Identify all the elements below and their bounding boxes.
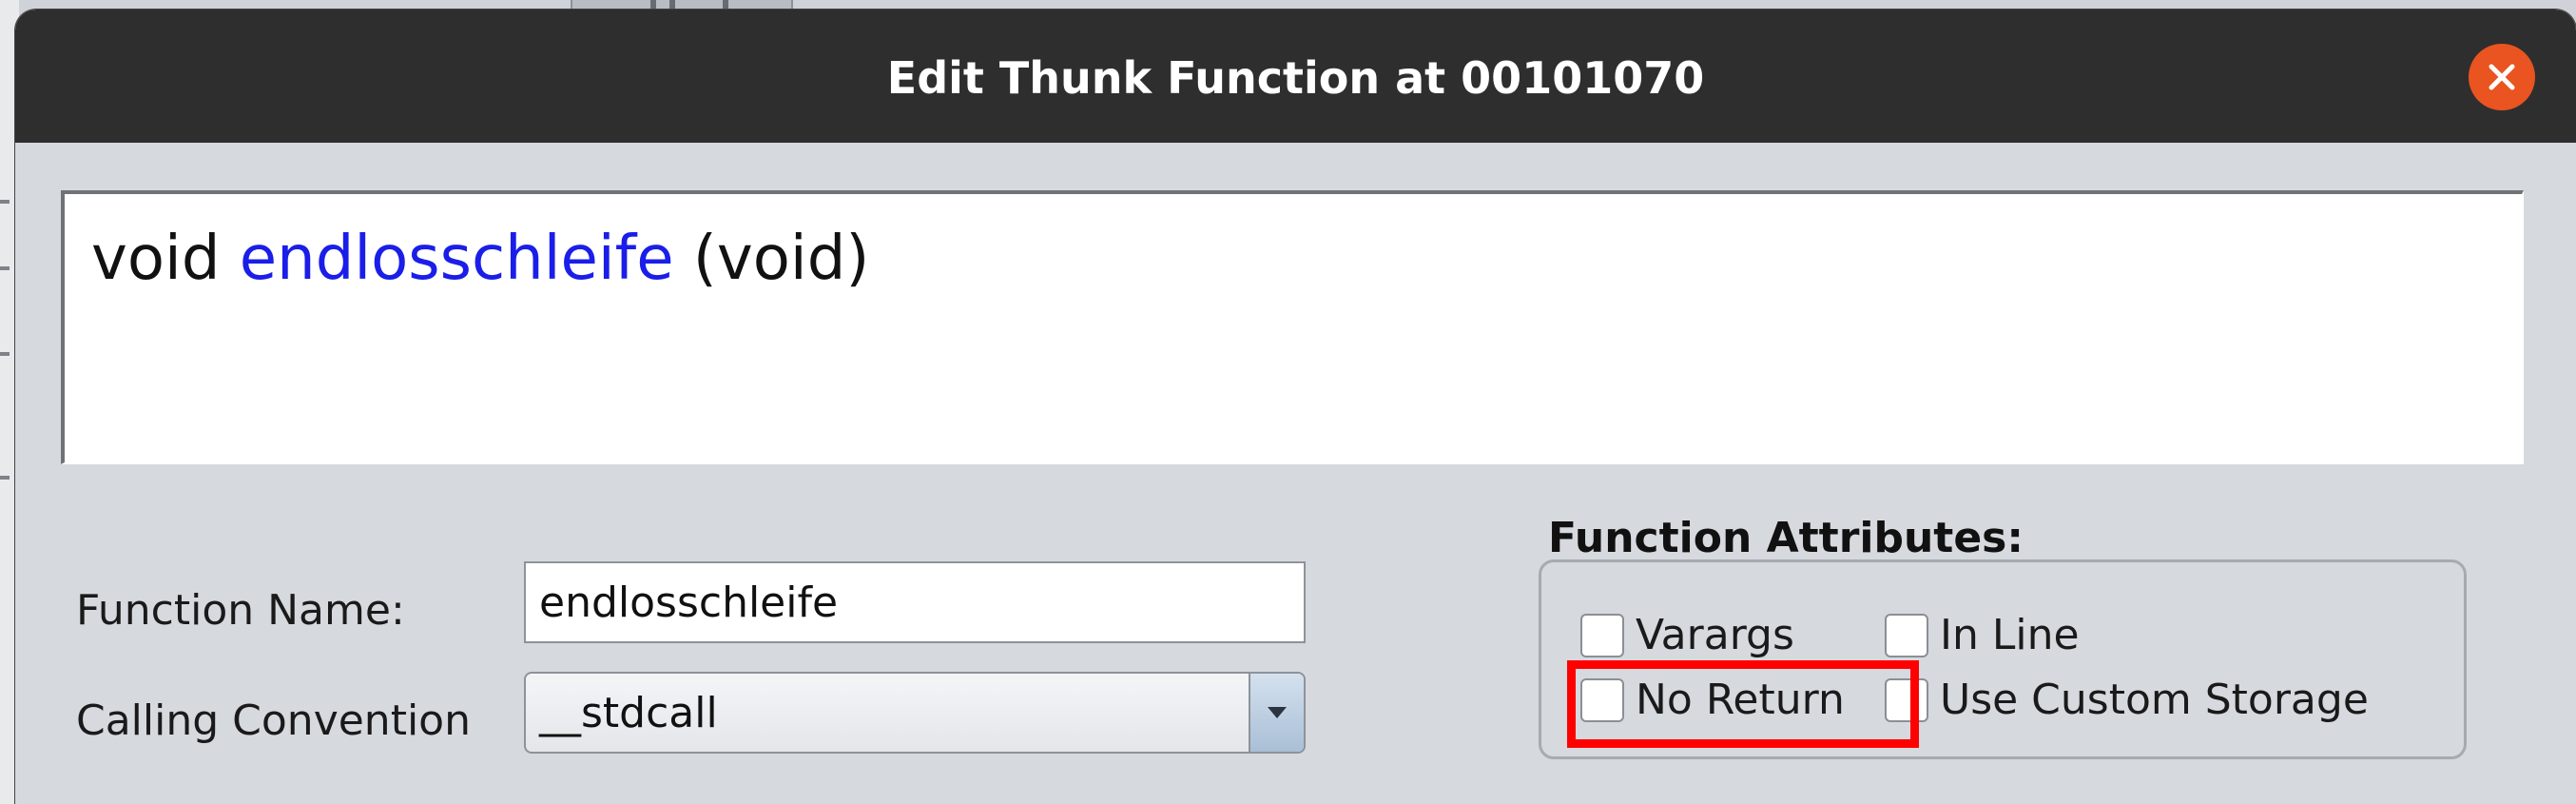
dropdown-button[interactable] (1249, 674, 1304, 752)
checkbox-box[interactable] (1580, 614, 1624, 657)
close-button[interactable] (2469, 44, 2535, 110)
function-name-input[interactable] (524, 561, 1306, 643)
checkbox-box[interactable] (1580, 678, 1624, 722)
checkbox-box[interactable] (1885, 678, 1928, 722)
varargs-checkbox[interactable]: Varargs (1580, 611, 1794, 660)
no-return-label: No Return (1636, 676, 1845, 724)
background-mark (0, 200, 10, 204)
function-attributes-title: Function Attributes: (1548, 514, 2024, 562)
calling-convention-label: Calling Convention (76, 696, 471, 745)
calling-convention-value: __stdcall (539, 689, 718, 737)
function-name-label: Function Name: (76, 586, 405, 635)
signature-function-name: endlosschleife (239, 224, 674, 294)
checkbox-box[interactable] (1885, 614, 1928, 657)
signature-params: (void) (692, 224, 870, 294)
title-bar[interactable]: Edit Thunk Function at 00101070 (15, 10, 2576, 143)
in-line-checkbox[interactable]: In Line (1885, 611, 2080, 660)
signature-editor[interactable]: void endlosschleife (void) (61, 190, 2524, 464)
varargs-label: Varargs (1636, 611, 1794, 659)
no-return-checkbox[interactable]: No Return (1580, 676, 1845, 725)
background-mark (0, 476, 10, 480)
signature-return-type: void (91, 224, 221, 294)
close-icon (2489, 64, 2515, 90)
edit-thunk-function-dialog: Edit Thunk Function at 00101070 void end… (15, 10, 2576, 804)
signature-text: void endlosschleife (void) (91, 223, 869, 295)
background-mark (0, 266, 10, 270)
dialog-title: Edit Thunk Function at 00101070 (886, 52, 1705, 104)
in-line-label: In Line (1940, 611, 2080, 659)
use-custom-storage-label: Use Custom Storage (1940, 676, 2369, 724)
chevron-down-icon (1268, 707, 1287, 718)
calling-convention-select[interactable]: __stdcall (524, 672, 1306, 754)
use-custom-storage-checkbox[interactable]: Use Custom Storage (1885, 676, 2369, 725)
background-mark (0, 352, 10, 356)
screen: Edit Thunk Function at 00101070 void end… (0, 0, 2576, 804)
